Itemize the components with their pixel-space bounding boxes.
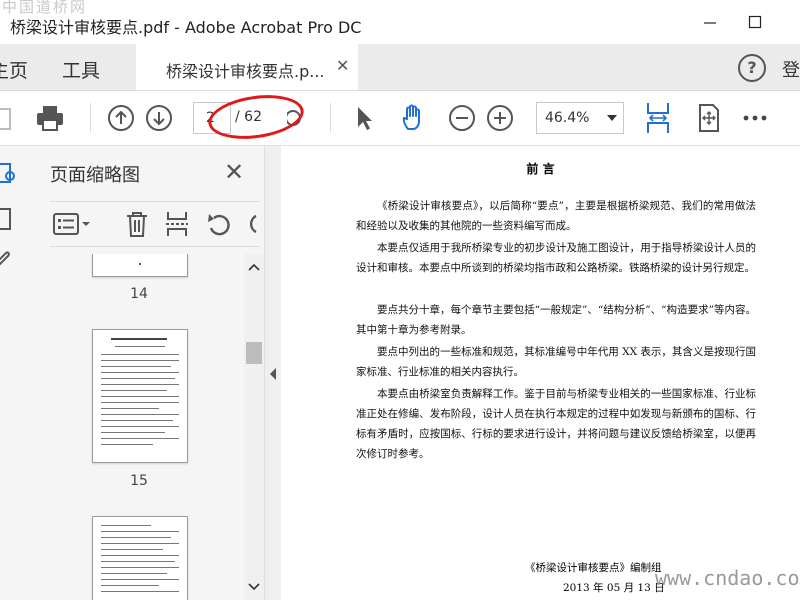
red-annotation-ellipse — [205, 89, 307, 145]
fit-width-icon — [647, 103, 669, 133]
chevron-down-icon — [607, 115, 617, 121]
document-paragraph: 《桥梁设计审核要点》，以后简称“要点”，主要是根据桥梁规范、我们的常用做法和经验… — [356, 200, 756, 232]
window-title: 桥梁设计审核要点.pdf - Adobe Acrobat Pro DC — [10, 18, 362, 37]
toolbar: 2 / 62 46.4% — [0, 89, 800, 146]
scroll-down-icon[interactable] — [248, 582, 260, 592]
page-thumbnail-14[interactable] — [92, 254, 188, 277]
close-icon[interactable]: ✕ — [224, 158, 244, 186]
attachments-icon[interactable] — [0, 246, 14, 272]
hand-icon — [402, 104, 420, 130]
document-date: 2013 年 05 月 13 日 — [563, 582, 665, 594]
extract-page-icon — [166, 212, 188, 236]
zoom-value: 46.4% — [545, 110, 590, 126]
rotate-page-button[interactable] — [205, 210, 235, 238]
tab-home[interactable]: 主页 — [0, 56, 28, 83]
more-icon — [743, 115, 767, 121]
zoom-in-icon — [487, 105, 513, 131]
cursor-arrow-icon — [358, 107, 372, 130]
zoom-out-button[interactable] — [447, 101, 477, 135]
full-screen-button[interactable] — [694, 100, 724, 136]
scrollbar-thumb[interactable] — [246, 342, 262, 364]
tab-tools[interactable]: 工具 — [62, 56, 100, 83]
trash-icon — [127, 212, 147, 237]
help-icon[interactable]: ? — [738, 54, 766, 82]
document-paragraph: 本要点由桥梁室负责解释工作。鉴于目前与桥梁专业相关的一些国家标准、行业标准正处在… — [356, 388, 756, 460]
page-thumbnails-icon[interactable] — [0, 160, 16, 186]
document-page: 前 言 《桥梁设计审核要点》，以后简称“要点”，主要是根据桥梁规范、我们的常用做… — [281, 146, 800, 600]
previous-page-button[interactable] — [106, 101, 136, 135]
page-thumbnail-16[interactable] — [92, 516, 188, 600]
tab-document[interactable]: 桥梁设计审核要点.p... ✕ — [136, 44, 358, 90]
tab-bar: 主页 工具 桥梁设计审核要点.p... ✕ ? 登 — [0, 44, 800, 91]
delete-page-button[interactable] — [124, 210, 150, 238]
save-icon[interactable] — [0, 103, 16, 133]
tab-document-label: 桥梁设计审核要点.p... — [166, 62, 325, 81]
panel-title: 页面缩略图 — [50, 165, 140, 186]
maximize-icon — [748, 15, 762, 29]
document-paragraph: 要点中列出的一些标准和规范，其标准编号中年代用 XX 表示，其含义是按现行国家标… — [356, 346, 756, 378]
rotate-left-icon — [208, 214, 230, 236]
print-icon — [37, 106, 63, 131]
zoom-in-button[interactable] — [485, 101, 515, 135]
print-button[interactable] — [34, 101, 66, 135]
page-thumbnail-15[interactable] — [92, 329, 188, 463]
full-screen-icon — [699, 104, 719, 132]
zoom-out-icon — [449, 105, 475, 131]
document-paragraph: 要点共分十章，每个章节主要包括“一般规定”、“结构分析”、“构造要求”等内容。其… — [356, 304, 756, 336]
more-tools-button[interactable] — [740, 103, 770, 133]
watermark-bottom: www.cndao.com — [655, 566, 800, 590]
thumbnail-page-number-15: 15 — [130, 473, 148, 489]
options-menu-icon — [53, 213, 90, 235]
arrow-down-icon — [146, 105, 172, 131]
maximize-button[interactable] — [740, 10, 770, 34]
document-paragraph: 本要点仅适用于我所桥梁专业的初步设计及施工图设计，用于指导桥梁设计人员的设计和审… — [356, 242, 756, 274]
rotate-right-cut-icon[interactable] — [246, 210, 258, 238]
thumbnail-options-button[interactable] — [52, 212, 92, 236]
scroll-up-icon[interactable] — [248, 262, 260, 272]
thumbnail-page-number-14: 14 — [130, 286, 148, 302]
arrow-up-icon — [108, 105, 134, 131]
minimize-icon — [704, 22, 716, 24]
panel-toolbar — [50, 201, 260, 247]
thumbnail-scrollbar[interactable] — [244, 254, 264, 600]
thumbnail-list: 14 15 — [40, 254, 240, 600]
left-navigation-rail — [0, 146, 31, 600]
page-thumbnails-panel: 页面缩略图 ✕ 14 15 — [30, 146, 264, 600]
document-signature: 《桥梁设计审核要点》编制组 — [525, 562, 662, 574]
fit-width-button[interactable] — [642, 99, 674, 137]
title-bar: 中国道桥网 桥梁设计审核要点.pdf - Adobe Acrobat Pro D… — [0, 0, 800, 44]
hand-tool-button[interactable] — [396, 100, 432, 136]
bookmarks-icon[interactable] — [0, 206, 14, 232]
select-tool-button[interactable] — [350, 103, 378, 133]
document-heading: 前 言 — [526, 162, 555, 176]
collapse-arrow-icon — [270, 368, 276, 380]
collapse-panel-handle[interactable] — [264, 146, 282, 600]
next-page-button[interactable] — [144, 101, 174, 135]
login-button[interactable]: 登 — [782, 56, 800, 82]
zoom-dropdown[interactable]: 46.4% — [536, 102, 624, 134]
tab-close-icon[interactable]: ✕ — [336, 56, 349, 75]
extract-page-button[interactable] — [164, 210, 190, 238]
minimize-button[interactable] — [695, 10, 725, 34]
